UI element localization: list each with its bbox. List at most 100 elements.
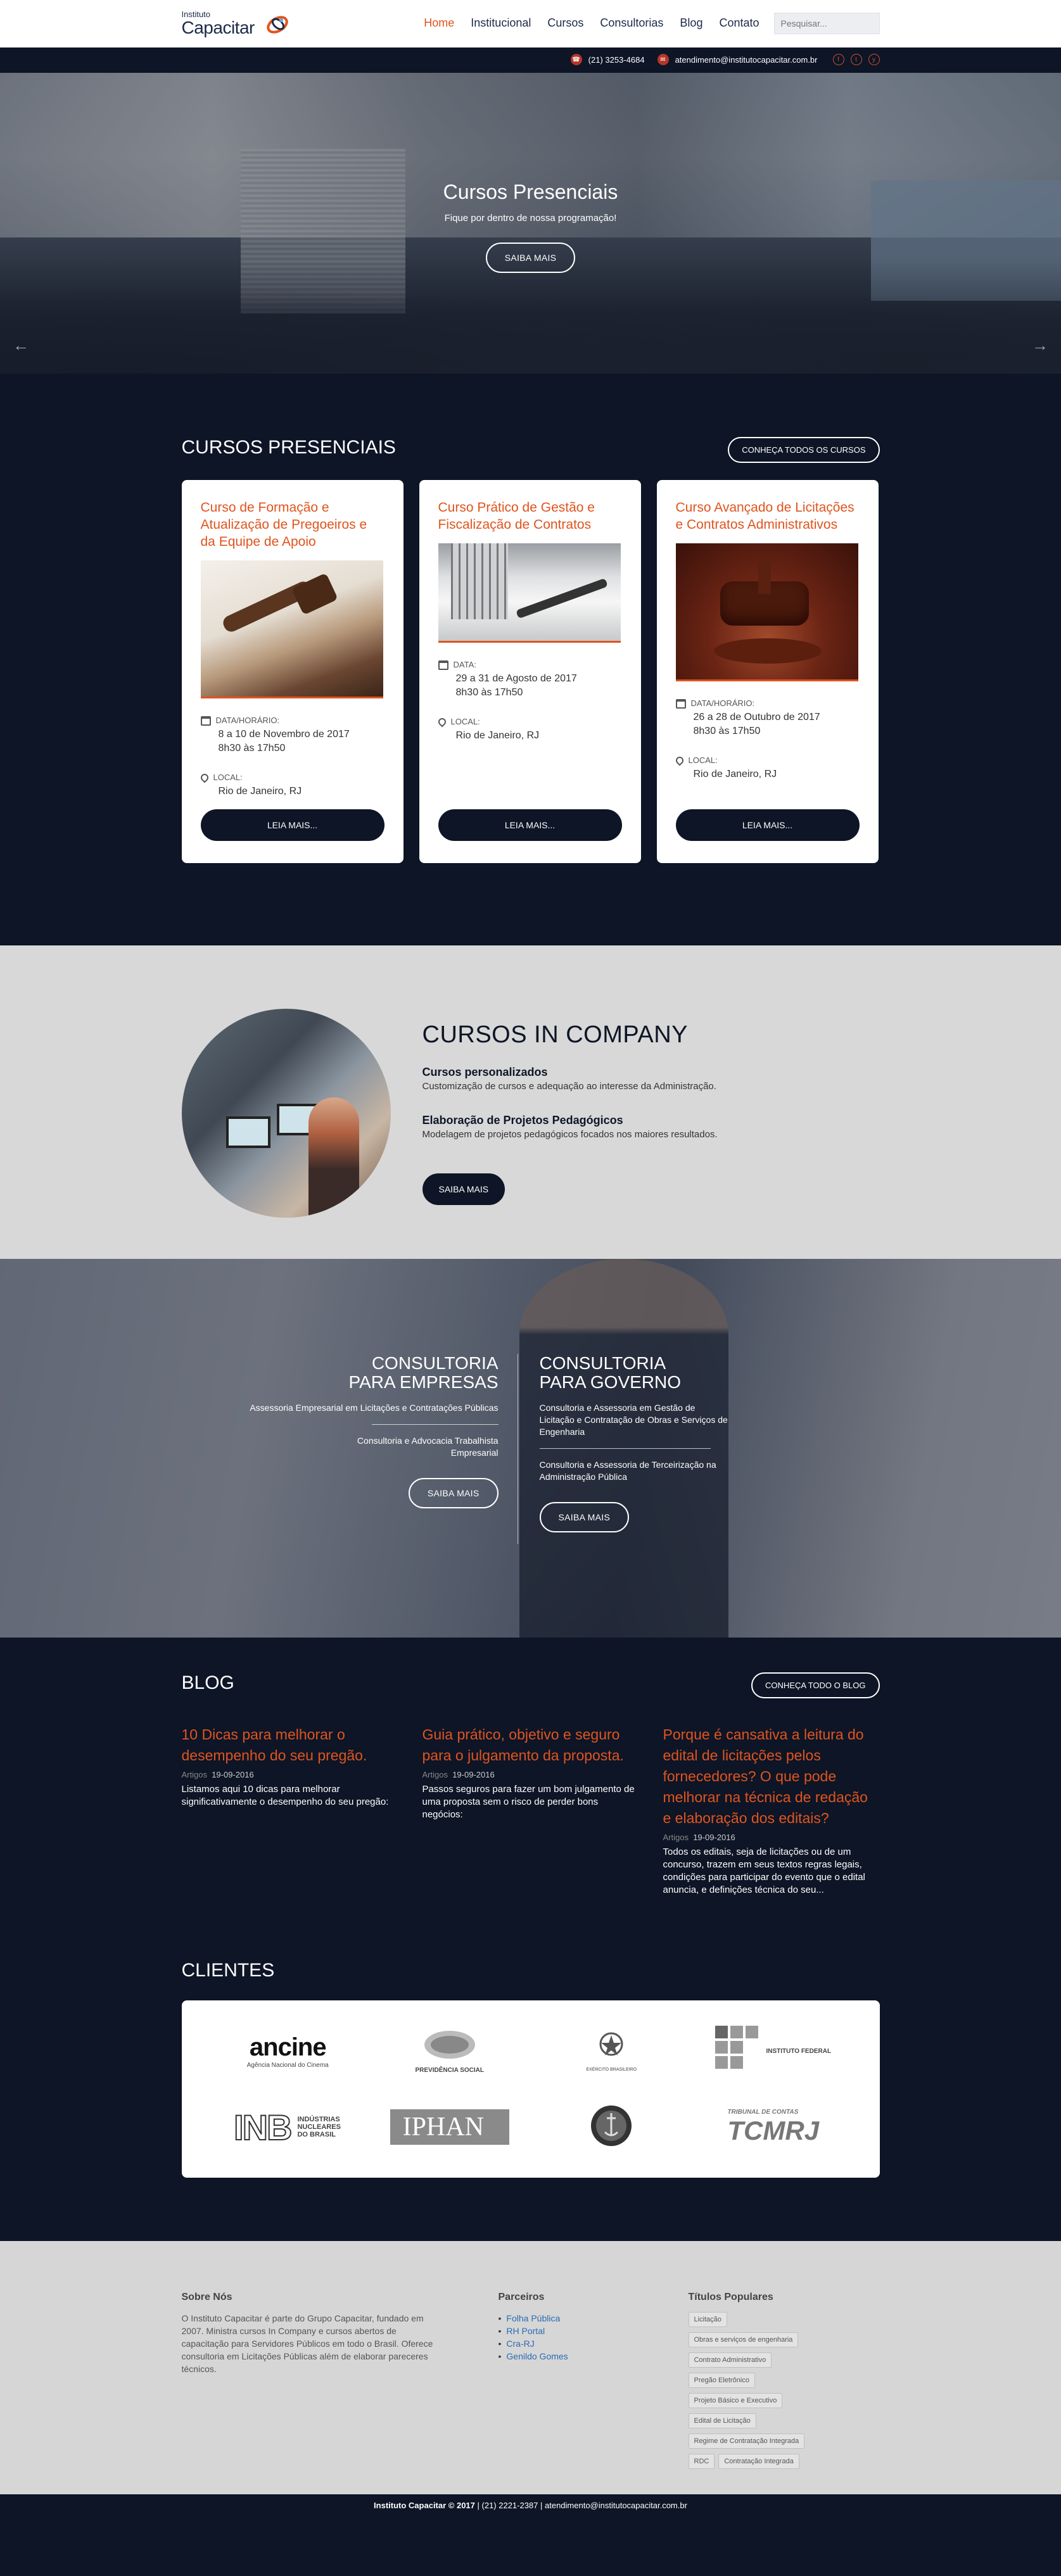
nav-institucional[interactable]: Institucional [471,16,531,30]
contact-phone: (21) 3253-4684 [588,54,645,65]
tag-link[interactable]: Regime de Contratação Integrada [688,2434,805,2449]
course-card: Curso Avançado de Licitações e Contratos… [656,480,879,863]
client-logo-marinha [589,2102,633,2153]
consultoria-governo-title: CONSULTORIA PARA GOVERNO [539,1353,682,1392]
partner-link[interactable]: Genildo Gomes [499,2350,625,2363]
course-date: 29 a 31 de Agosto de 2017 [455,673,577,684]
tag-link[interactable]: RDC [688,2454,715,2469]
nav-consultorias[interactable]: Consultorias [600,16,663,30]
hero-slider: Cursos Presenciais Fique por dentro de n… [0,73,1061,374]
course-image-contract [438,543,621,643]
leia-mais-button[interactable]: LEIA MAIS... [438,809,622,841]
local-label: LOCAL: [688,755,718,765]
logo-name: Capacitar [181,18,255,37]
post-excerpt: Passos seguros para fazer um bom julgame… [422,1784,635,1820]
post-excerpt: Todos os editais, seja de licitações ou … [663,1847,865,1895]
all-courses-button[interactable]: CONHEÇA TODOS OS CURSOS [728,437,880,463]
course-local: Rio de Janeiro, RJ [218,786,302,797]
in-company-item-text: Customização de cursos e adequação ao in… [422,1081,716,1092]
hero-saiba-mais-button[interactable]: SAIBA MAIS [485,243,576,273]
calendar-icon [200,716,211,726]
course-date: 8 a 10 de Novembro de 2017 [218,729,350,740]
client-logo-iphan: IPHAN [390,2109,509,2145]
main-nav: Home Institucional Cursos Consultorias B… [424,16,759,30]
footer-sobre-title: Sobre Nós [181,2292,232,2302]
local-label: LOCAL: [213,773,243,782]
tag-link[interactable]: Contrato Administrativo [688,2352,772,2368]
blog-post: 10 Dicas para melhorar o desempenho do s… [182,1724,397,1897]
course-title[interactable]: Curso de Formação e Atualização de Prego… [201,499,384,550]
logo-swirl-icon [266,16,288,34]
copyright-contact: | (21) 2221-2387 | atendimento@instituto… [474,2501,687,2510]
nav-contato[interactable]: Contato [719,16,759,30]
in-company-saiba-mais-button[interactable]: SAIBA MAIS [422,1173,505,1205]
post-excerpt: Listamos aqui 10 dicas para melhorar sig… [181,1784,389,1807]
leia-mais-button[interactable]: LEIA MAIS... [675,809,860,841]
empresas-saiba-mais-button[interactable]: SAIBA MAIS [408,1478,499,1508]
course-title[interactable]: Curso Prático de Gestão e Fiscalização d… [438,499,622,533]
client-logo-ancine: ancine Agência Nacional do Cinema [246,2033,329,2069]
client-logo-inb: INB INDÚSTRIAS NUCLEARES DO BRASIL [233,2107,341,2148]
contact-email[interactable]: atendimento@institutocapacitar.com.br [675,55,818,65]
post-date: 19-09-2016 [212,1770,254,1779]
tag-link[interactable]: Pregão Eletrônico [688,2373,755,2388]
site-footer: Sobre Nós O Instituto Capacitar é parte … [0,2241,1061,2494]
nav-blog[interactable]: Blog [680,16,702,30]
leia-mais-button[interactable]: LEIA MAIS... [200,809,384,841]
consultoria-section: CONSULTORIA PARA EMPRESAS Assessoria Empr… [0,1259,1061,1638]
consultoria-item[interactable]: Consultoria e Assessoria em Gestão de Li… [540,1402,730,1438]
post-category: Artigos [663,1833,689,1842]
course-time: 8h30 às 17h50 [455,687,523,698]
tag-link[interactable]: Obras e serviços de engenharia [688,2332,799,2347]
clientes-title: CLIENTES [181,1960,275,1981]
footer-tags: Títulos Populares Licitação Obras e serv… [688,2292,880,2474]
slider-next-icon[interactable]: → [1032,336,1048,355]
governo-saiba-mais-button[interactable]: SAIBA MAIS [539,1502,630,1532]
footer-parceiros: Parceiros Folha Pública RH Portal Cra-RJ… [499,2292,625,2363]
post-date: 19-09-2016 [693,1833,735,1842]
search-input[interactable] [773,13,880,34]
partner-link[interactable]: Cra-RJ [499,2337,625,2350]
calendar-icon [438,660,448,670]
course-title[interactable]: Curso Avançado de Licitações e Contratos… [676,499,860,533]
footer-parceiros-title: Parceiros [498,2292,545,2302]
partner-link[interactable]: RH Portal [499,2325,625,2337]
partner-link[interactable]: Folha Pública [499,2312,625,2325]
site-header: Instituto Capacitar Home Institucional C… [0,0,1061,47]
post-title[interactable]: Porque é cansativa a leitura do edital d… [663,1724,879,1829]
cursos-presenciais-section: CURSOS PRESENCIAIS CONHEÇA TODOS OS CURS… [0,374,1061,945]
client-logo-exercito: EXÉRCITO BRASILEIRO [586,2030,637,2072]
all-blog-button[interactable]: CONHEÇA TODO O BLOG [751,1672,880,1698]
tag-link[interactable]: Edital de Licitação [688,2413,756,2428]
facebook-icon[interactable]: f [832,54,844,65]
client-logo-tcmrj: TRIBUNAL DE CONTAS TCMRJ [727,2108,820,2145]
client-logo-instituto-federal: INSTITUTO FEDERAL [715,2026,831,2076]
post-title[interactable]: 10 Dicas para melhorar o desempenho do s… [182,1724,397,1766]
contact-bar: ☎ (21) 3253-4684 ✉ atendimento@instituto… [0,47,1061,73]
tag-link[interactable]: Licitação [688,2312,727,2327]
nav-cursos[interactable]: Cursos [547,16,583,30]
calendar-icon [675,698,686,709]
blog-post: Guia prático, objetivo e seguro para o j… [422,1724,638,1897]
consultoria-item[interactable]: Consultoria e Advocacia Trabalhista Empr… [182,1435,499,1459]
clientes-section: CLIENTES ancine Agência Nacional do Cine… [0,1960,1061,2241]
consultoria-item[interactable]: Assessoria Empresarial em Licitações e C… [182,1402,498,1414]
blog-section: BLOG CONHEÇA TODO O BLOG 10 Dicas para m… [0,1638,1061,1960]
hero-subtitle: Fique por dentro de nossa programação! [444,213,617,224]
course-card: Curso de Formação e Atualização de Prego… [181,480,403,863]
mail-icon: ✉ [657,54,669,65]
client-logo-previdencia: PREVIDÊNCIA SOCIAL [415,2028,484,2074]
post-title[interactable]: Guia prático, objetivo e seguro para o j… [422,1724,638,1766]
local-label: LOCAL: [450,717,480,726]
location-pin-icon [674,755,685,766]
footer-sobre-text: O Instituto Capacitar é parte do Grupo C… [181,2313,433,2374]
site-logo[interactable]: Instituto Capacitar [181,10,288,37]
consultoria-item[interactable]: Consultoria e Assessoria de Terceirizaçã… [540,1459,730,1483]
twitter-icon[interactable]: t [850,54,862,65]
slider-prev-icon[interactable]: ← [13,336,29,355]
tag-link[interactable]: Projeto Básico e Executivo [688,2393,783,2408]
date-label: DATA: [453,660,476,669]
youtube-icon[interactable]: y [868,54,880,65]
nav-home[interactable]: Home [424,16,454,30]
tag-link[interactable]: Contratação Integrada [718,2454,799,2469]
